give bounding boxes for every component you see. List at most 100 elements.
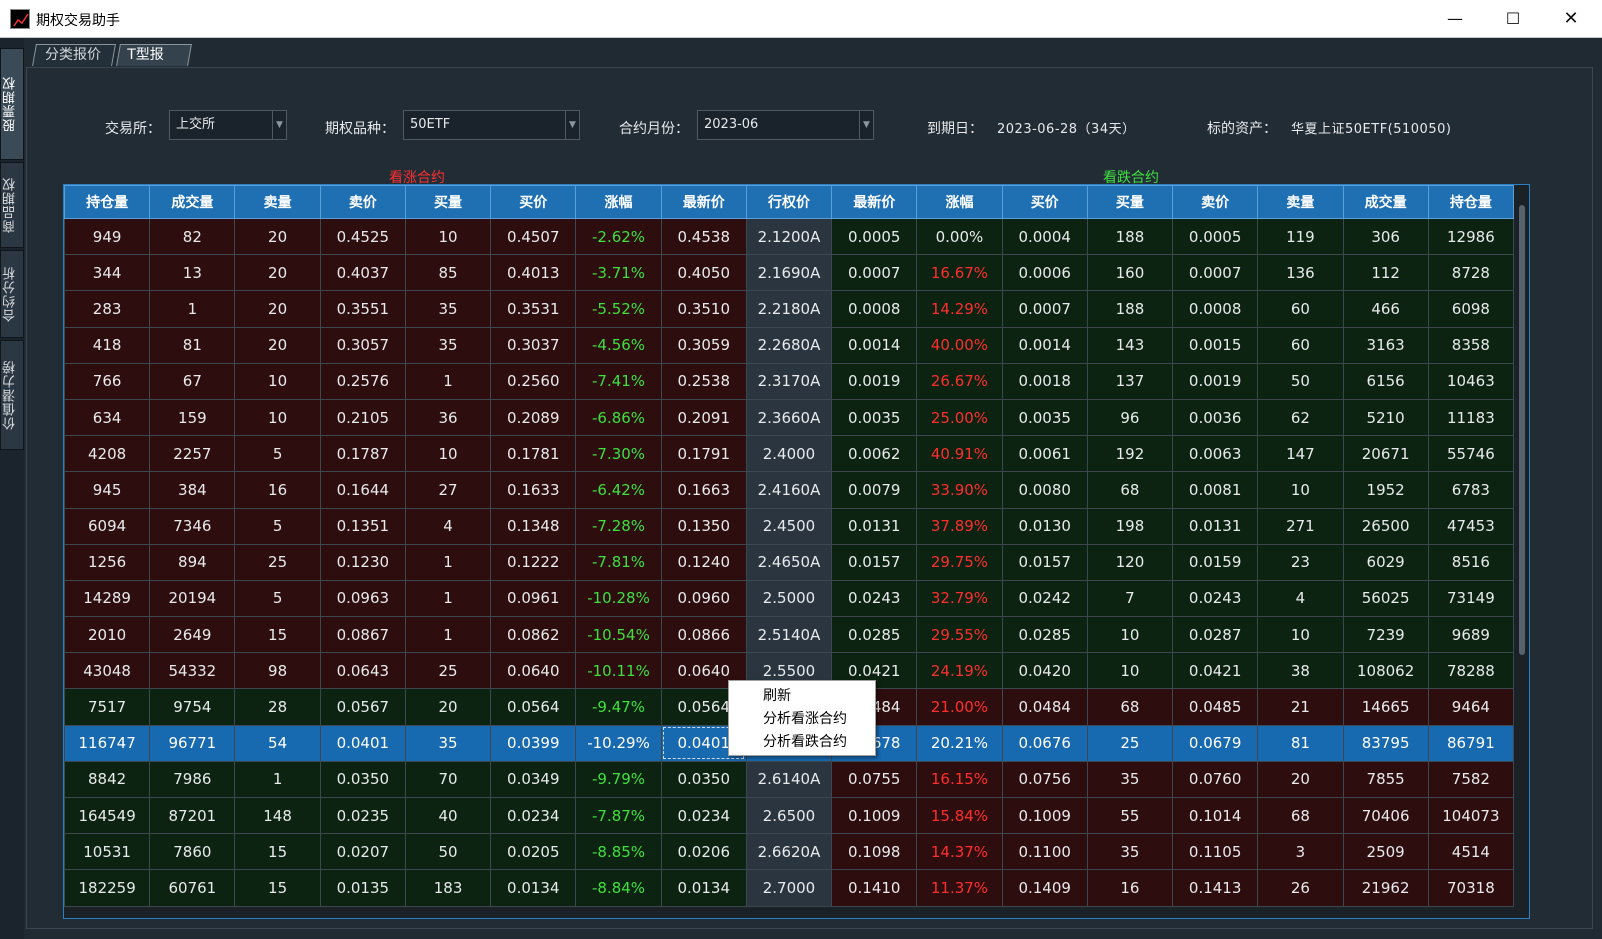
table-cell[interactable]: 20 bbox=[234, 290, 321, 328]
table-cell[interactable]: 0.0961 bbox=[490, 579, 577, 618]
table-cell[interactable]: 188 bbox=[1086, 217, 1174, 256]
table-cell[interactable]: 11183 bbox=[1427, 398, 1515, 437]
minimize-button[interactable]: — bbox=[1426, 0, 1484, 38]
table-row[interactable]: 283 1 20 0.3551 35 0.3531 -5.52% 0.3510 2.2180A 0… bbox=[64, 290, 1515, 328]
table-cell[interactable]: 0.0035 bbox=[831, 398, 918, 437]
table-cell[interactable]: 0.0063 bbox=[1172, 435, 1259, 473]
table-cell[interactable]: 0.0007 bbox=[1172, 254, 1259, 292]
table-cell[interactable]: 0.0134 bbox=[660, 869, 747, 907]
table-cell[interactable]: 56025 bbox=[1342, 579, 1429, 618]
table-cell[interactable]: 418 bbox=[64, 326, 151, 364]
table-cell[interactable]: 14.29% bbox=[916, 290, 1003, 328]
table-cell[interactable]: 10 bbox=[404, 435, 492, 473]
table-cell[interactable]: 0.0062 bbox=[831, 435, 918, 473]
table-cell[interactable]: 0.0862 bbox=[490, 616, 577, 654]
table-cell[interactable]: 0.1350 bbox=[660, 507, 747, 545]
variety-select[interactable]: 50ETF ▼ bbox=[403, 110, 580, 140]
table-row[interactable]: 418 81 20 0.3057 35 0.3037 -4.56% 0.3059 2.2680A… bbox=[64, 326, 1515, 364]
strike-cell[interactable]: 2.2680A bbox=[745, 326, 833, 364]
table-cell[interactable]: 0.1100 bbox=[1001, 833, 1088, 871]
table-cell[interactable]: 0.1787 bbox=[319, 435, 406, 473]
table-cell[interactable]: 0.0285 bbox=[831, 616, 918, 654]
table-cell[interactable]: 104073 bbox=[1427, 796, 1515, 835]
column-header[interactable]: 成交量 bbox=[1342, 185, 1429, 219]
table-cell[interactable]: 55746 bbox=[1427, 435, 1515, 473]
table-cell[interactable]: 0.4013 bbox=[490, 254, 577, 292]
table-cell[interactable]: 0.2105 bbox=[319, 398, 406, 437]
table-cell[interactable]: 116747 bbox=[64, 724, 151, 762]
side-tab-commodity-options[interactable]: 商品期权 bbox=[0, 162, 24, 248]
table-cell[interactable]: 0.0008 bbox=[1172, 290, 1259, 328]
table-cell[interactable]: 0.0131 bbox=[831, 507, 918, 545]
table-cell[interactable]: 0.2538 bbox=[660, 362, 747, 400]
table-cell[interactable]: 7239 bbox=[1342, 616, 1429, 654]
table-cell[interactable]: 2509 bbox=[1342, 833, 1429, 871]
table-cell[interactable]: 40.00% bbox=[916, 326, 1003, 364]
table-cell[interactable]: 33.90% bbox=[916, 471, 1003, 509]
table-cell[interactable]: -5.52% bbox=[575, 290, 662, 328]
table-cell[interactable]: 20671 bbox=[1342, 435, 1429, 473]
column-header[interactable]: 卖量 bbox=[234, 185, 321, 219]
table-cell[interactable]: 183 bbox=[404, 869, 492, 907]
table-cell[interactable]: 4 bbox=[404, 507, 492, 545]
table-cell[interactable]: 0.0234 bbox=[660, 796, 747, 835]
table-cell[interactable]: 0.0007 bbox=[1001, 290, 1088, 328]
side-tab-stock-options[interactable]: 股票期权 bbox=[0, 48, 24, 160]
table-cell[interactable]: 0.0960 bbox=[660, 579, 747, 618]
table-cell[interactable]: 0.3531 bbox=[490, 290, 577, 328]
table-cell[interactable]: 40 bbox=[404, 796, 492, 835]
column-header[interactable]: 买价 bbox=[1001, 185, 1088, 219]
table-cell[interactable]: -10.29% bbox=[575, 724, 662, 762]
column-header[interactable]: 卖量 bbox=[1257, 185, 1344, 219]
table-cell[interactable]: 0.0007 bbox=[831, 254, 918, 292]
strike-cell[interactable]: 2.6140A bbox=[745, 760, 833, 799]
table-cell[interactable]: 0.1009 bbox=[1001, 796, 1088, 835]
exchange-select[interactable]: 上交所 ▼ bbox=[169, 110, 287, 140]
table-cell[interactable]: -9.79% bbox=[575, 760, 662, 799]
table-row[interactable]: 10531 7860 15 0.0207 50 0.0205 -8.85% 0.0206 2.6… bbox=[64, 833, 1515, 871]
strike-cell[interactable]: 2.4000 bbox=[745, 435, 833, 473]
strike-cell[interactable]: 2.6620A bbox=[745, 833, 833, 871]
table-cell[interactable]: 0.0159 bbox=[1172, 543, 1259, 581]
table-cell[interactable]: 0.0755 bbox=[831, 760, 918, 799]
table-cell[interactable]: 0.2560 bbox=[490, 362, 577, 400]
table-cell[interactable]: 7 bbox=[1086, 579, 1174, 618]
table-cell[interactable]: 82 bbox=[149, 217, 236, 256]
table-cell[interactable]: 12986 bbox=[1427, 217, 1515, 256]
table-cell[interactable]: 384 bbox=[149, 471, 236, 509]
table-cell[interactable]: 35 bbox=[404, 724, 492, 762]
table-cell[interactable]: 0.1663 bbox=[660, 471, 747, 509]
table-cell[interactable]: -10.28% bbox=[575, 579, 662, 618]
table-cell[interactable]: -6.86% bbox=[575, 398, 662, 437]
strike-cell[interactable]: 2.5140A bbox=[745, 616, 833, 654]
table-cell[interactable]: 147 bbox=[1257, 435, 1344, 473]
table-cell[interactable]: 894 bbox=[149, 543, 236, 581]
table-cell[interactable]: 10 bbox=[234, 362, 321, 400]
table-cell[interactable]: 47453 bbox=[1427, 507, 1515, 545]
side-tab-value-potential[interactable]: 价值潜力榜 bbox=[0, 340, 24, 450]
table-cell[interactable]: 26500 bbox=[1342, 507, 1429, 545]
table-cell[interactable]: 20 bbox=[1257, 760, 1344, 799]
menu-item-analyze-call[interactable]: 分析看涨合约 bbox=[763, 708, 847, 730]
strike-cell[interactable]: 2.5000 bbox=[745, 579, 833, 618]
table-cell[interactable]: 4514 bbox=[1427, 833, 1515, 871]
table-cell[interactable]: 15 bbox=[234, 616, 321, 654]
table-cell[interactable]: -4.56% bbox=[575, 326, 662, 364]
table-cell[interactable]: 0.0350 bbox=[319, 760, 406, 799]
table-row[interactable]: 634 159 10 0.2105 36 0.2089 -6.86% 0.2091 2.3660… bbox=[64, 398, 1515, 437]
table-cell[interactable]: 112 bbox=[1342, 254, 1429, 292]
table-cell[interactable]: 55 bbox=[1086, 796, 1174, 835]
column-header[interactable]: 最新价 bbox=[660, 185, 747, 219]
table-cell[interactable]: 136 bbox=[1257, 254, 1344, 292]
table-cell[interactable]: 16.15% bbox=[916, 760, 1003, 799]
table-cell[interactable]: 1 bbox=[404, 362, 492, 400]
table-cell[interactable]: 27 bbox=[404, 471, 492, 509]
table-cell[interactable]: 40.91% bbox=[916, 435, 1003, 473]
strike-cell[interactable]: 2.4160A bbox=[745, 471, 833, 509]
table-cell[interactable]: 0.1230 bbox=[319, 543, 406, 581]
table-cell[interactable]: 14.37% bbox=[916, 833, 1003, 871]
table-cell[interactable]: 0.1409 bbox=[1001, 869, 1088, 907]
table-cell[interactable]: -9.47% bbox=[575, 688, 662, 726]
table-cell[interactable]: 0.0081 bbox=[1172, 471, 1259, 509]
table-cell[interactable]: 3 bbox=[1257, 833, 1344, 871]
